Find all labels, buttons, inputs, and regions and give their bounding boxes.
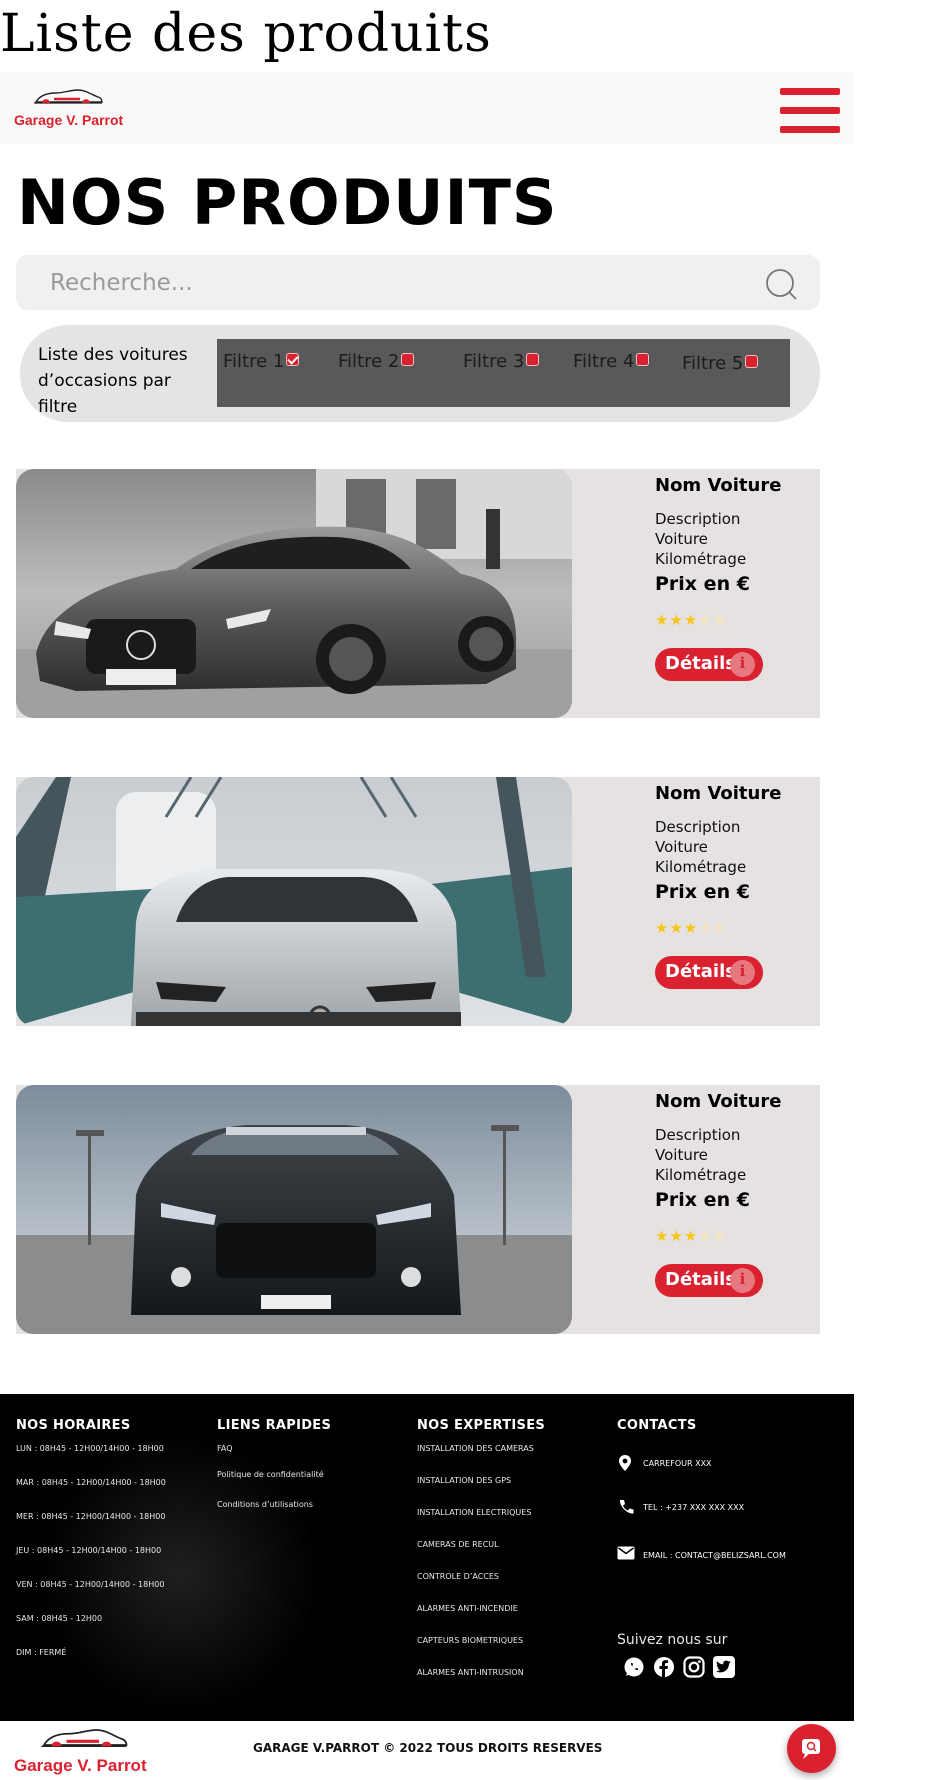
expertise-item: INSTALLATION DES CAMERAS — [417, 1444, 534, 1453]
filter-panel: Filtre 1 Filtre 2 Filtre 3 Filtre 4 Filt… — [217, 339, 790, 407]
section-title: NOS PRODUITS — [17, 166, 558, 239]
facebook-icon[interactable] — [653, 1656, 675, 1678]
footer-contacts: CONTACTS CARREFOUR XXX TEL : +237 XXX XX… — [617, 1418, 837, 1678]
footer-links: LIENS RAPIDES FAQ Politique de confident… — [217, 1418, 397, 1509]
expertise-item: ALARMES ANTI-INCENDIE — [417, 1604, 518, 1613]
expertise-item: CAMERAS DE RECUL — [417, 1540, 499, 1549]
product-name: Nom Voiture — [655, 475, 782, 496]
logo-text: Garage V. Parrot — [14, 112, 124, 128]
hours-line: MAR : 08H45 - 12H00/14H00 - 18H00 — [16, 1478, 166, 1487]
search-bar — [16, 255, 820, 310]
car-logo-icon — [41, 1729, 128, 1747]
details-button[interactable]: Détails — [655, 1264, 763, 1297]
rating-stars: ★★★★★ — [655, 1228, 728, 1245]
footer-hours: NOS HORAIRES LUN : 08H45 - 12H00/14H00 -… — [16, 1418, 206, 1657]
expertise-item: INSTALLATION ELECTRIQUES — [417, 1508, 532, 1517]
product-card: Nom Voiture Description Voiture Kilométr… — [16, 777, 820, 1026]
filter-1-checkbox[interactable] — [286, 353, 300, 366]
product-name: Nom Voiture — [655, 783, 782, 804]
top-navbar: Garage V. Parrot — [0, 72, 854, 144]
filter-3-checkbox[interactable] — [526, 353, 540, 366]
hours-line: MER : 08H45 - 12H00/14H00 - 18H00 — [16, 1512, 166, 1521]
rating-stars: ★★★★★ — [655, 612, 728, 629]
chat-button[interactable] — [787, 1724, 836, 1773]
product-photo[interactable] — [16, 777, 572, 1026]
filter-2-checkbox[interactable] — [401, 353, 415, 366]
chat-icon — [802, 1739, 820, 1759]
hours-line: JEU : 08H45 - 12H00/14H00 - 18H00 — [16, 1546, 162, 1555]
footer-expertise-title: NOS EXPERTISES — [417, 1418, 546, 1433]
filter-5-checkbox[interactable] — [745, 355, 759, 368]
product-description: Description Voiture Kilométrage — [655, 818, 747, 876]
location-pin-icon — [619, 1455, 631, 1471]
filter-5[interactable]: Filtre 5 — [682, 353, 759, 374]
whatsapp-icon[interactable] — [623, 1656, 645, 1678]
filter-label: Liste des voitures d’occasions par filtr… — [38, 345, 188, 417]
rating-stars: ★★★★★ — [655, 920, 728, 937]
logo[interactable]: Garage V. Parrot — [14, 86, 126, 132]
footer-logo[interactable]: Garage V. Parrot — [14, 1725, 154, 1777]
hours-line: SAM : 08H45 - 12H00 — [16, 1614, 103, 1623]
car-photo-volkswagen — [16, 777, 572, 1026]
hours-line: LUN : 08H45 - 12H00/14H00 - 18H00 — [16, 1444, 164, 1453]
hamburger-menu-icon[interactable] — [780, 88, 840, 134]
expertise-item: CAPTEURS BIOMETRIQUES — [417, 1636, 524, 1645]
filter-1[interactable]: Filtre 1 — [223, 351, 300, 372]
product-card: Nom Voiture Description Voiture Kilométr… — [16, 469, 820, 718]
footer-link-faq[interactable]: FAQ — [217, 1444, 233, 1453]
car-photo-mustang — [16, 1085, 572, 1334]
product-photo[interactable] — [16, 1085, 572, 1334]
twitter-icon[interactable] — [713, 1656, 735, 1678]
footer-hours-title: NOS HORAIRES — [16, 1418, 131, 1433]
expertise-item: CONTROLE D’ACCES — [417, 1572, 500, 1581]
product-name: Nom Voiture — [655, 1091, 782, 1112]
hours-line: DIM : FERMÉ — [16, 1648, 67, 1657]
email-icon — [617, 1546, 635, 1560]
expertise-item: INSTALLATION DES GPS — [417, 1476, 512, 1485]
footer-contacts-title: CONTACTS — [617, 1418, 697, 1433]
footer-link-privacy[interactable]: Politique de confidentialité — [217, 1470, 324, 1479]
follow-label: Suivez nous sur — [617, 1632, 728, 1648]
filter-3[interactable]: Filtre 3 — [463, 351, 540, 372]
info-icon — [730, 960, 755, 985]
footer: NOS HORAIRES LUN : 08H45 - 12H00/14H00 -… — [0, 1394, 854, 1721]
filter-box: Liste des voitures d’occasions par filtr… — [20, 325, 820, 422]
footer-expertise: NOS EXPERTISES INSTALLATION DES CAMERAS … — [417, 1418, 597, 1677]
product-price: Prix en € — [655, 1189, 750, 1211]
product-price: Prix en € — [655, 573, 750, 595]
info-icon — [730, 1268, 755, 1293]
product-price: Prix en € — [655, 881, 750, 903]
copyright-text: GARAGE V.PARROT © 2022 TOUS DROITS RESER… — [253, 1741, 603, 1755]
footer-link-terms[interactable]: Conditions d’utilisations — [217, 1500, 313, 1509]
info-icon — [730, 652, 755, 677]
hours-line: VEN : 08H45 - 12H00/14H00 - 18H00 — [16, 1580, 165, 1589]
product-description: Description Voiture Kilométrage — [655, 510, 747, 568]
page-title: Liste des produits — [0, 4, 492, 64]
instagram-icon[interactable] — [683, 1656, 705, 1678]
search-icon[interactable] — [764, 267, 798, 301]
product-card: Nom Voiture Description Voiture Kilométr… — [16, 1085, 820, 1334]
details-button[interactable]: Détails — [655, 956, 763, 989]
expertise-item: ALARMES ANTI-INTRUSION — [417, 1668, 524, 1677]
product-description: Description Voiture Kilométrage — [655, 1126, 747, 1184]
product-photo[interactable] — [16, 469, 572, 718]
phone-icon — [619, 1500, 634, 1514]
filter-2[interactable]: Filtre 2 — [338, 351, 415, 372]
footer-links-title: LIENS RAPIDES — [217, 1418, 332, 1433]
details-button[interactable]: Détails — [655, 648, 763, 681]
car-logo-icon — [34, 89, 103, 104]
search-input[interactable] — [50, 263, 730, 303]
filter-4-checkbox[interactable] — [636, 353, 650, 366]
filter-4[interactable]: Filtre 4 — [573, 351, 650, 372]
car-photo-mercedes — [16, 469, 572, 718]
logo-text: Garage V. Parrot — [14, 1756, 147, 1775]
